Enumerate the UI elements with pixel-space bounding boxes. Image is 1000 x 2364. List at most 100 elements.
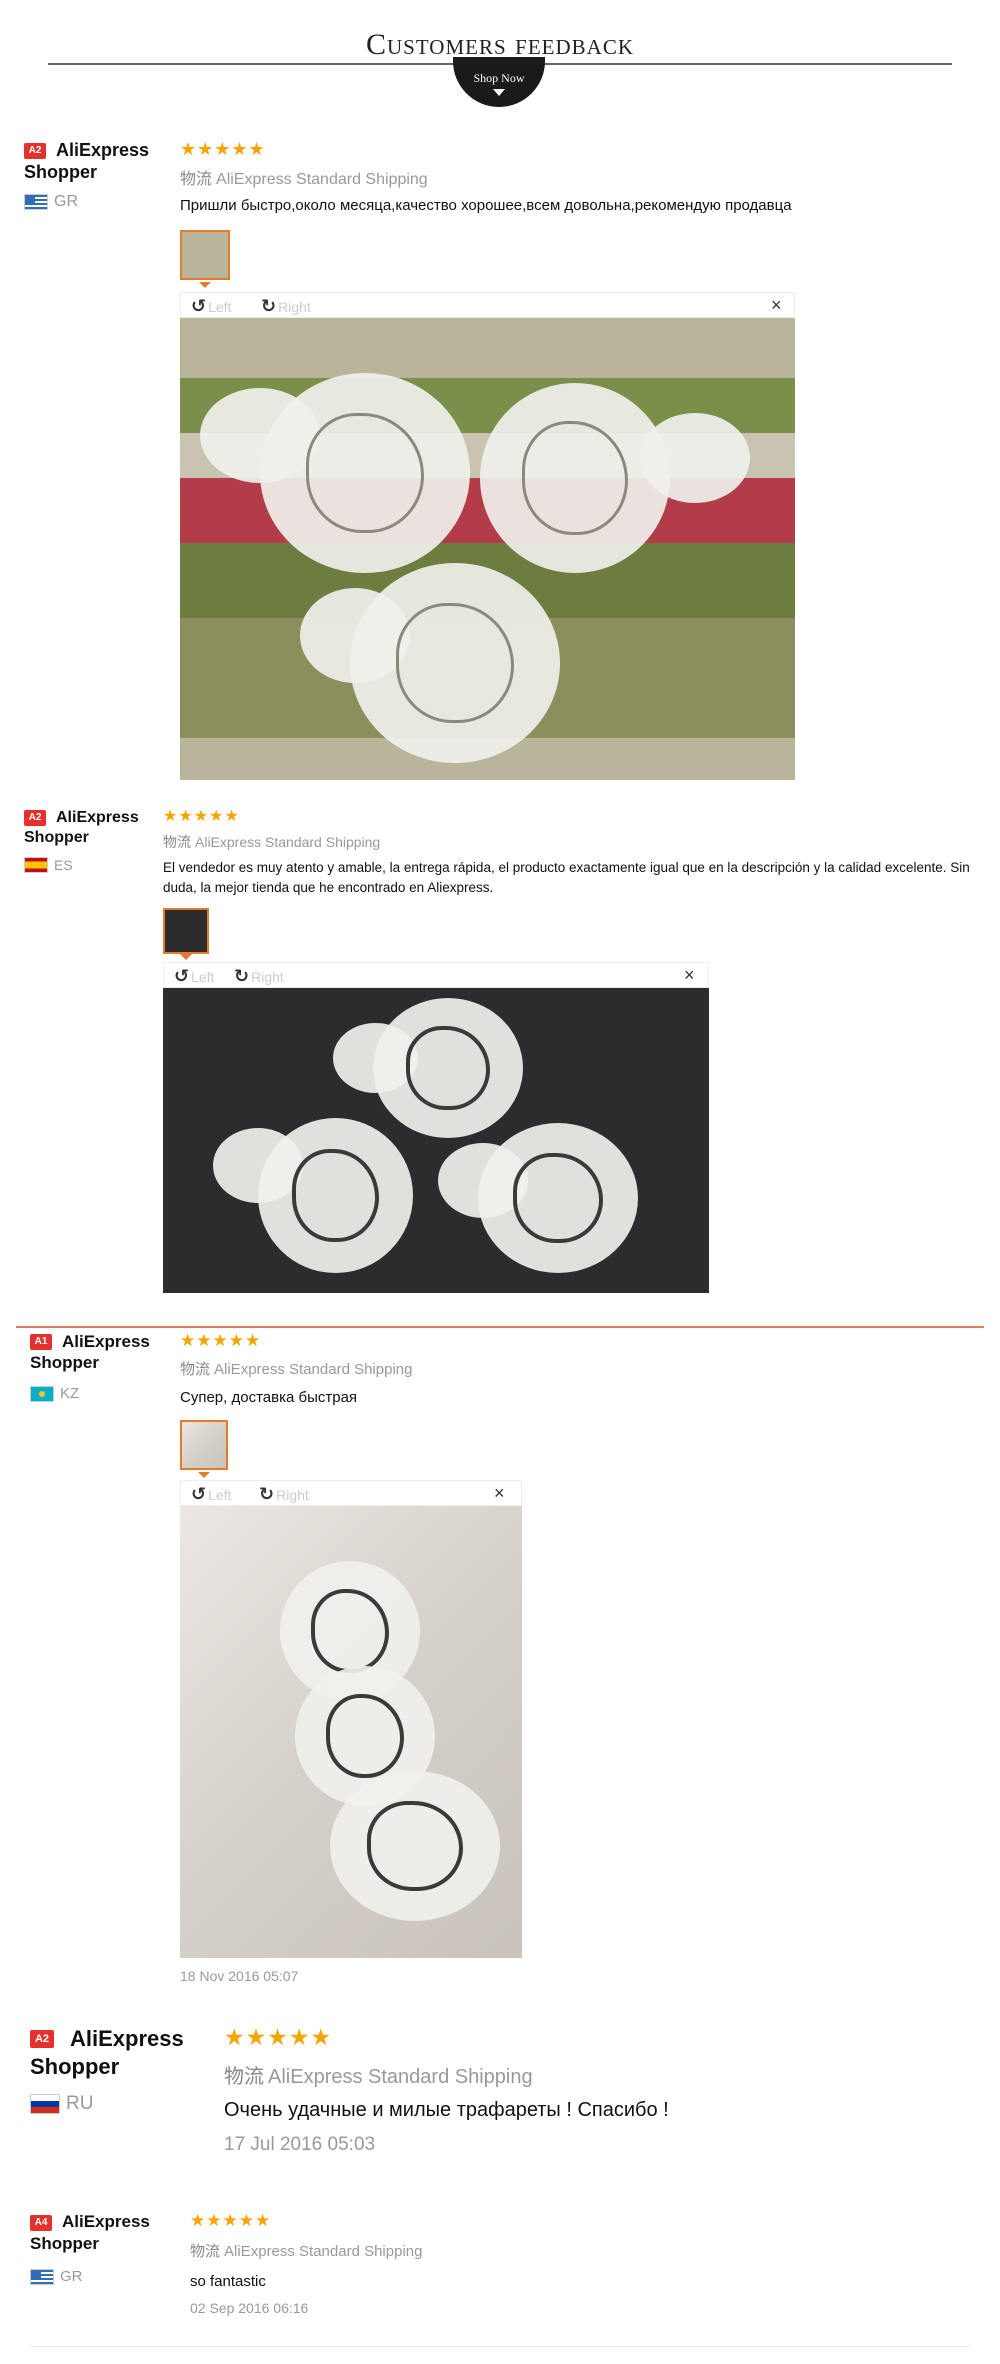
- thumbnail-caret: [180, 954, 192, 960]
- stencil-motif: [396, 603, 514, 723]
- shopper-name: AliExpress: [56, 140, 150, 160]
- logistics-label: 物流: [224, 2066, 264, 2088]
- stencil-circle: [330, 1771, 500, 1921]
- rotate-left-label: Left: [208, 298, 232, 315]
- star-rating: ★★★★★: [180, 1331, 262, 1350]
- country-code: RU: [66, 2093, 94, 2114]
- level-badge: A2: [24, 810, 46, 826]
- country-code: ES: [54, 857, 73, 873]
- star-rating: ★★★★★: [163, 808, 240, 825]
- level-badge: A4: [30, 2215, 52, 2231]
- review-text: El vendedor es muy atento y amable, la e…: [163, 860, 970, 895]
- rotate-right-icon: ↻: [261, 296, 277, 316]
- rotate-right-label: Right: [276, 1486, 309, 1503]
- stencil-circle: [258, 1118, 413, 1273]
- shopper-name: AliExpress: [62, 1332, 150, 1351]
- country-code: GR: [54, 193, 78, 210]
- shopper-name-line2: Shopper: [24, 829, 89, 846]
- logistics-label: 物流: [180, 171, 213, 188]
- close-icon[interactable]: ×: [771, 295, 782, 316]
- shipping-method: 物流 AliExpress Standard Shipping: [190, 2240, 422, 2261]
- rotate-left-label: Left: [191, 968, 215, 985]
- shipping-method: 物流 AliExpress Standard Shipping: [180, 1358, 412, 1379]
- review-text: Пришли быстро,около месяца,качество хоро…: [180, 197, 792, 214]
- bottom-divider: [30, 2346, 970, 2347]
- rotate-right-label: Right: [251, 968, 284, 985]
- shipping-method: 物流 AliExpress Standard Shipping: [180, 165, 428, 189]
- country: ES: [24, 857, 73, 873]
- photo-thumbnail[interactable]: [163, 908, 209, 954]
- thumbnail-caret: [199, 282, 211, 288]
- logistics-label: 物流: [190, 2243, 221, 2260]
- stencil-motif: [292, 1149, 379, 1242]
- rotate-left-label: Left: [208, 1486, 232, 1503]
- review-date: 02 Sep 2016 06:16: [190, 2300, 309, 2316]
- rotate-left-button[interactable]: ↺ Left: [191, 1484, 231, 1505]
- flag-kz-icon: [30, 1385, 54, 1402]
- shop-now-button[interactable]: Shop Now: [453, 57, 545, 107]
- review-photo: [163, 988, 709, 1293]
- rotate-right-icon: ↻: [259, 1484, 275, 1504]
- photo-thumbnail[interactable]: [180, 230, 230, 280]
- rotate-left-icon: ↺: [174, 966, 190, 986]
- shop-now-label: Shop Now: [473, 71, 525, 85]
- level-badge: A1: [30, 1334, 52, 1350]
- country-code: KZ: [60, 1385, 80, 1402]
- image-viewer-toolbar: ↺ Left ↻ Right ×: [180, 292, 795, 318]
- close-icon[interactable]: ×: [684, 965, 695, 986]
- logistics-label: 物流: [163, 834, 191, 850]
- stencil-circle: [260, 373, 470, 573]
- chevron-down-icon: [493, 89, 505, 96]
- image-viewer-toolbar: ↺ Left ↻ Right ×: [163, 962, 709, 988]
- star-rating: ★★★★★: [224, 2024, 333, 2050]
- stencil-circle: [480, 383, 670, 573]
- thumbnail-caret: [198, 1472, 210, 1478]
- shipping-text: AliExpress Standard Shipping: [216, 171, 428, 188]
- rotate-right-button[interactable]: ↻ Right: [261, 296, 311, 317]
- rotate-right-label: Right: [278, 298, 311, 315]
- shopper-name: AliExpress: [70, 2026, 184, 2051]
- shopper-name-line2: Shopper: [24, 162, 98, 182]
- country: KZ: [30, 1385, 79, 1402]
- flag-gr-icon: [24, 194, 48, 210]
- stencil-circle: [478, 1123, 638, 1273]
- logistics-label: 物流: [180, 1361, 211, 1378]
- review-text: Очень удачные и милые трафареты ! Спасиб…: [224, 2099, 669, 2121]
- stencil-circle: [350, 563, 560, 763]
- level-badge: A2: [30, 2030, 54, 2048]
- flag-es-icon: [24, 857, 48, 873]
- rotate-left-button[interactable]: ↺ Left: [174, 966, 214, 987]
- review-date: 17 Jul 2016 05:03: [224, 2134, 376, 2155]
- shopper-name: AliExpress: [56, 809, 139, 826]
- stencil-motif: [325, 1694, 405, 1778]
- country: RU: [30, 2093, 93, 2115]
- star-rating: ★★★★★: [190, 2211, 272, 2230]
- stencil-motif: [310, 1589, 390, 1673]
- shipping-method: 物流 AliExpress Standard Shipping: [163, 832, 380, 852]
- shipping-text: AliExpress Standard Shipping: [195, 834, 381, 850]
- photo-thumbnail[interactable]: [180, 1420, 228, 1470]
- rotate-right-button[interactable]: ↻ Right: [234, 966, 284, 987]
- shipping-text: AliExpress Standard Shipping: [224, 2243, 423, 2260]
- shopper-name-line2: Shopper: [30, 2054, 120, 2079]
- review-photo: [180, 318, 795, 780]
- rotate-left-button[interactable]: ↺ Left: [191, 296, 231, 317]
- rotate-left-icon: ↺: [191, 296, 207, 316]
- shopper-name-line2: Shopper: [30, 1353, 99, 1372]
- review-text: Супер, доставка быстрая: [180, 1389, 358, 1406]
- close-icon[interactable]: ×: [494, 1483, 505, 1504]
- shopper-name-line2: Shopper: [30, 2234, 99, 2253]
- section-divider: [16, 1326, 984, 1328]
- review-text: so fantastic: [190, 2273, 266, 2290]
- review-photo: [180, 1506, 522, 1958]
- level-badge: A2: [24, 143, 46, 159]
- shopper-name: AliExpress: [62, 2212, 150, 2231]
- shipping-method: 物流 AliExpress Standard Shipping: [224, 2060, 533, 2089]
- rotate-right-icon: ↻: [234, 966, 250, 986]
- review-date: 18 Nov 2016 05:07: [180, 1968, 299, 1984]
- country: GR: [30, 2268, 83, 2285]
- shipping-text: AliExpress Standard Shipping: [214, 1361, 413, 1378]
- country-code: GR: [60, 2268, 83, 2285]
- shipping-text: AliExpress Standard Shipping: [268, 2066, 533, 2088]
- rotate-right-button[interactable]: ↻ Right: [259, 1484, 309, 1505]
